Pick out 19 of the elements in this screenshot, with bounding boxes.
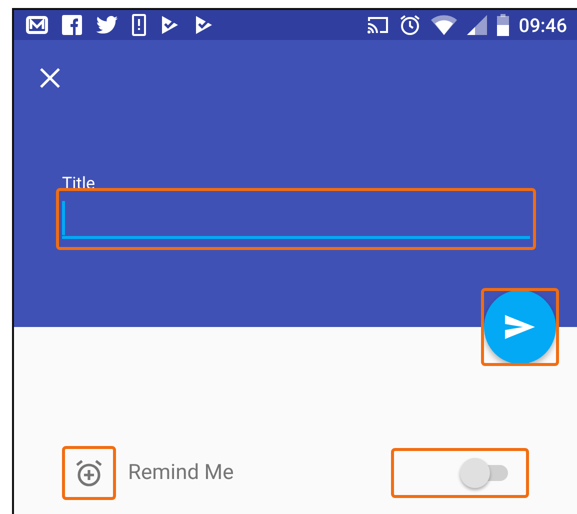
- alert-phone-icon: [132, 14, 146, 36]
- check-flag-icon: [160, 15, 180, 35]
- battery-icon: [496, 14, 509, 36]
- cast-icon: [366, 16, 389, 34]
- close-button[interactable]: [38, 66, 62, 90]
- clock-time: 09:46: [518, 14, 567, 36]
- title-field[interactable]: [62, 199, 530, 239]
- wifi-icon: [430, 15, 457, 35]
- close-icon: [38, 66, 62, 90]
- facebook-icon: [62, 15, 82, 35]
- alarm-icon: [398, 14, 421, 36]
- alarm-add-icon[interactable]: [74, 458, 104, 488]
- check-flag-icon: [194, 15, 214, 35]
- remind-me-label: Remind Me: [128, 461, 235, 485]
- signal-icon: [466, 15, 487, 35]
- bird-icon: [96, 16, 118, 34]
- mail-icon: [26, 16, 48, 34]
- send-icon: [505, 315, 535, 339]
- text-cursor: [62, 201, 65, 235]
